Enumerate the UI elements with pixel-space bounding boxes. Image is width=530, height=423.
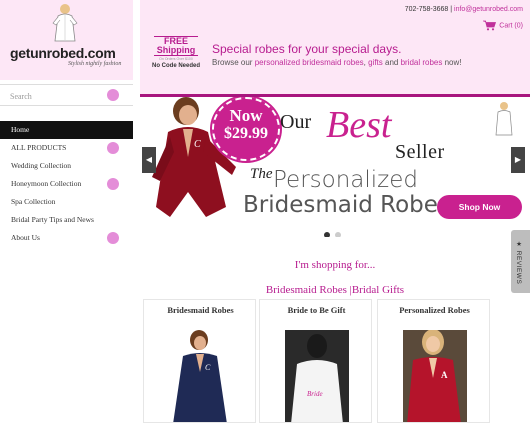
slider-next-button[interactable]: ▶ [511,147,525,173]
search-input[interactable] [10,89,100,103]
phone-number: 702-758-3668 [404,6,449,13]
logo[interactable]: getunrobed.com Stylish nightly fashion [0,0,133,80]
sidebar-item-label: ALL PRODUCTS [11,143,67,152]
free-shipping-title: FREE Shipping [154,36,198,56]
free-shipping-code: No Code Needed [151,63,200,69]
link-bridesmaid-robes[interactable]: personalized bridesmaid robes [255,58,364,67]
sidebar-item-bridal-party-tips-and-news[interactable]: Bridal Party Tips and News [0,211,133,229]
slider-dots [324,225,346,237]
hero-word-best: Best [326,104,392,146]
logo-tagline: Stylish nightly fashion [68,61,122,67]
sidebar-item-label: Home [11,125,30,134]
sidebar: getunrobed.com Stylish nightly fashion H… [0,0,133,423]
expand-icon[interactable] [107,232,119,244]
main-content: 702-758-3668 | info@getunrobed.com Cart … [140,0,530,423]
slider-prev-button[interactable]: ◀ [142,147,156,173]
free-shipping-badge: FREE Shipping On Orders Over $100 No Code… [148,36,204,72]
cart-link[interactable]: Cart (0) [483,20,523,31]
sidebar-item-home[interactable]: Home [0,121,133,139]
hero-word-seller: Seller [395,141,445,163]
hero-slider[interactable]: C Now $29.99 Our Best Seller The Persona… [140,97,530,237]
category-card-bridesmaid-robes[interactable]: Bridesmaid Robes C [143,299,256,423]
card-image-white-robe: Bride [285,330,349,422]
slider-dot-1[interactable] [324,232,330,237]
price-badge-price: $29.99 [224,125,268,142]
card-image-red-robe: A [403,330,467,422]
price-badge: Now $29.99 [210,97,282,163]
shop-now-button[interactable]: Shop Now [437,195,522,219]
hero-word-the: The [250,166,273,182]
hero-product-name: Bridesmaid Robe [243,192,438,218]
contact-info: 702-758-3668 | info@getunrobed.com [405,6,523,13]
shopping-cart-icon [483,20,497,31]
cart-label: Cart (0) [499,22,523,30]
search-box [0,84,133,106]
svg-text:C: C [194,139,201,150]
shopping-title: I'm shopping for... [294,259,376,271]
sidebar-item-label: Spa Collection [11,197,56,206]
link-gifts[interactable]: gifts [368,58,383,67]
search-button[interactable] [107,89,119,101]
category-card-personalized-robes[interactable]: Personalized Robes A [377,299,490,423]
sidebar-item-spa-collection[interactable]: Spa Collection [0,193,133,211]
link-bridal-robes[interactable]: bridal robes [401,58,443,67]
email-link[interactable]: info@getunrobed.com [454,6,523,13]
slider-dot-2[interactable] [335,232,341,237]
sidebar-item-wedding-collection[interactable]: Wedding Collection [0,157,133,175]
card-title: Personalized Robes [399,305,470,315]
logo-text: getunrobed.com [10,45,116,61]
logo-mascot-icon [52,4,78,42]
sidebar-item-label: Bridal Party Tips and News [11,215,94,224]
shopping-subtitle[interactable]: Bridesmaid Robes |Bridal Gifts [140,284,530,296]
expand-icon[interactable] [107,142,119,154]
svg-text:C: C [205,363,211,372]
price-badge-now: Now [229,106,263,125]
card-title: Bridesmaid Robes [167,305,234,315]
sidebar-item-all-products[interactable]: ALL PRODUCTS [0,139,133,157]
hero-mascot-icon [495,102,513,136]
category-card-bride-to-be-gift[interactable]: Bride to Be Gift Bride [259,299,372,423]
sidebar-item-label: Wedding Collection [11,161,72,170]
card-image-navy-robe: C [173,330,227,422]
card-title: Bride to Be Gift [287,305,346,315]
reviews-tab[interactable]: ★ REVIEWS [511,230,530,293]
expand-icon[interactable] [107,178,119,190]
promo-headline: Special robes for your special days. [212,42,402,56]
hero-word-personalized: Personalized [273,167,418,193]
promo-text: Browse our personalized bridesmaid robes… [212,58,462,67]
sidebar-item-about-us[interactable]: About Us [0,229,133,247]
sidebar-item-label: About Us [11,233,40,242]
sidebar-nav: Home ALL PRODUCTS Wedding Collection Honeym… [0,121,133,247]
sidebar-item-label: Honeymoon Collection [11,179,82,188]
header-band: 702-758-3668 | info@getunrobed.com Cart … [140,0,530,94]
hero-word-our: Our [280,111,312,133]
sidebar-item-honeymoon-collection[interactable]: Honeymoon Collection [0,175,133,193]
svg-text:A: A [441,370,448,380]
reviews-tab-label: ★ REVIEWS [515,240,522,285]
svg-text:Bride: Bride [307,390,323,398]
